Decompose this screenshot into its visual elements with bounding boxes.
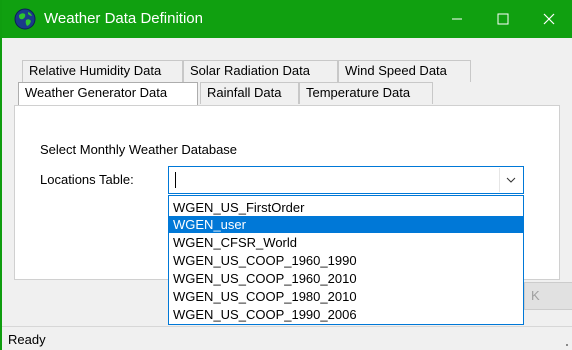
dropdown-button[interactable] [499,168,522,192]
close-button[interactable] [526,0,572,38]
dropdown-option[interactable]: WGEN_US_FirstOrder [169,199,523,216]
close-icon [543,13,555,25]
tab-temperature[interactable]: Temperature Data [299,82,433,104]
weather-data-definition-window: Weather Data Definition Relative Humidit… [0,0,572,350]
tab-wind-speed[interactable]: Wind Speed Data [338,60,471,82]
window-title: Weather Data Definition [44,10,203,27]
minimize-button[interactable] [434,0,480,38]
tab-label: Wind Speed Data [345,63,447,78]
locations-table-combobox[interactable] [168,166,524,194]
dropdown-option[interactable]: WGEN_US_COOP_1960_1990 [169,252,523,269]
tab-relative-humidity[interactable]: Relative Humidity Data [22,60,183,82]
dropdown-option[interactable]: WGEN_US_COOP_1960_2010 [169,270,523,287]
maximize-icon [497,13,509,25]
tab-label: Temperature Data [306,85,411,100]
globe-icon [14,8,36,30]
section-label: Select Monthly Weather Database [40,142,238,157]
dropdown-option[interactable]: WGEN_US_COOP_1980_2010 [169,288,523,305]
tab-label: Relative Humidity Data [29,63,162,78]
text-caret [175,172,176,188]
title-bar[interactable]: Weather Data Definition [2,0,572,38]
status-text: Ready [8,332,46,347]
ok-button[interactable]: K [524,282,572,310]
minimize-icon [452,18,462,20]
tab-label: Rainfall Data [207,85,282,100]
tab-rainfall[interactable]: Rainfall Data [200,82,299,104]
locations-table-label: Locations Table: [40,172,134,187]
status-bar: Ready [2,326,572,350]
resize-grip-icon[interactable] [566,344,568,346]
chevron-down-icon [506,177,516,183]
dropdown-option[interactable]: WGEN_CFSR_World [169,234,523,251]
dropdown-option[interactable]: WGEN_US_COOP_1990_2006 [169,306,523,323]
locations-dropdown-list[interactable]: WGEN_US_FirstOrder WGEN_user WGEN_CFSR_W… [168,195,524,325]
tab-weather-generator[interactable]: Weather Generator Data [18,82,198,107]
ok-button-label: K [531,288,540,303]
tab-label: Solar Radiation Data [190,63,310,78]
maximize-button[interactable] [480,0,526,38]
tab-label: Weather Generator Data [25,85,168,100]
dropdown-option-selected[interactable]: WGEN_user [169,216,523,233]
tab-solar-radiation[interactable]: Solar Radiation Data [183,60,338,82]
